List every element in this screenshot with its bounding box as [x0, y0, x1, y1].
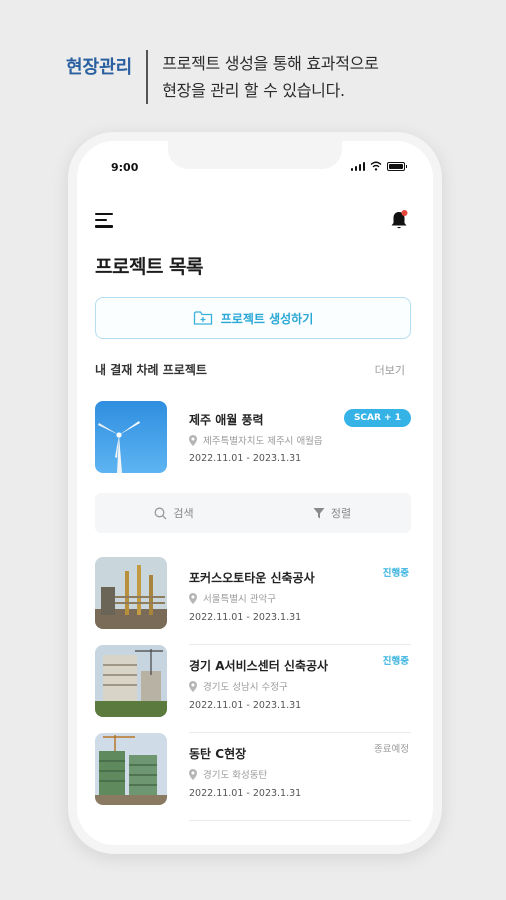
project-location: 경기도 화성동탄 — [189, 767, 267, 781]
project-date: 2022.11.01 - 2023.1.31 — [189, 700, 302, 711]
project-title: 동탄 C현장 — [189, 747, 247, 761]
project-list-item[interactable]: 동탄 C현장 경기도 화성동탄 2022.11.01 - 2023.1.31 종… — [95, 733, 411, 821]
create-project-label: 프로젝트 생성하기 — [220, 311, 314, 326]
section-label: 내 결재 차례 프로젝트 — [95, 363, 207, 377]
promo-description: 프로젝트 생성을 통해 효과적으로 현장을 관리 할 수 있습니다. — [162, 50, 379, 104]
notification-bell-icon[interactable] — [389, 209, 409, 231]
hamburger-menu-icon[interactable] — [95, 213, 113, 229]
create-project-button[interactable]: 프로젝트 생성하기 — [95, 297, 411, 339]
project-date: 2022.11.01 - 2023.1.31 — [189, 612, 302, 623]
project-location-text: 서울특별시 관악구 — [203, 594, 276, 605]
filter-icon — [313, 508, 325, 519]
location-pin-icon — [189, 680, 197, 692]
project-title: 경기 A서비스센터 신축공사 — [189, 659, 329, 673]
location-pin-icon — [189, 592, 197, 604]
status-icons — [350, 161, 407, 171]
featured-location: 제주특별자치도 제주시 애월읍 — [189, 433, 323, 447]
wind-turbine-image — [95, 401, 167, 473]
sort-label: 정렬 — [330, 507, 352, 520]
location-pin-icon — [189, 768, 197, 780]
project-date: 2022.11.01 - 2023.1.31 — [189, 788, 302, 799]
promo-header: 현장관리 프로젝트 생성을 통해 효과적으로 현장을 관리 할 수 있습니다. — [66, 50, 379, 104]
cellular-signal-icon — [350, 161, 365, 171]
project-location: 경기도 성남시 수정구 — [189, 679, 288, 693]
project-location: 서울특별시 관악구 — [189, 591, 276, 605]
status-badge: 진행중 — [382, 568, 409, 579]
project-location-text: 경기도 성남시 수정구 — [203, 682, 288, 693]
search-icon — [154, 507, 167, 519]
search-button[interactable]: 검색 — [95, 493, 253, 533]
status-time: 9:00 — [111, 161, 139, 174]
search-label: 검색 — [173, 507, 194, 520]
phone-notch — [168, 141, 342, 169]
construction-site-image — [95, 733, 167, 805]
promo-divider — [146, 50, 149, 104]
location-pin-icon — [189, 434, 197, 446]
featured-location-text: 제주특별자치도 제주시 애월읍 — [203, 436, 323, 447]
phone-frame: 9:00 프로젝트 목록 프로젝트 생성하기 내 결재 차례 프로젝트 더보기 … — [68, 132, 442, 854]
status-badge: 진행중 — [382, 656, 409, 667]
page-title: 프로젝트 목록 — [95, 256, 204, 278]
more-link[interactable]: 더보기 — [375, 362, 405, 378]
project-list-item[interactable]: 경기 A서비스센터 신축공사 경기도 성남시 수정구 2022.11.01 - … — [95, 645, 411, 733]
promo-title: 현장관리 — [66, 57, 133, 78]
project-location-text: 경기도 화성동탄 — [203, 770, 268, 781]
scar-badge[interactable]: SCAR + 1 — [343, 409, 411, 427]
wifi-icon — [370, 161, 382, 171]
sort-button[interactable]: 정렬 — [253, 493, 411, 533]
featured-project-card[interactable]: 제주 애월 풍력 제주특별자치도 제주시 애월읍 2022.11.01 - 20… — [95, 401, 411, 477]
app-screen: 9:00 프로젝트 목록 프로젝트 생성하기 내 결재 차례 프로젝트 더보기 … — [77, 141, 433, 845]
status-badge: 종료예정 — [374, 744, 409, 755]
filter-toolbar: 검색 정렬 — [95, 493, 411, 533]
construction-site-image — [95, 645, 167, 717]
featured-date: 2022.11.01 - 2023.1.31 — [189, 453, 302, 464]
list-divider — [189, 820, 411, 821]
promo-line-1: 프로젝트 생성을 통해 효과적으로 — [162, 54, 379, 73]
folder-add-icon — [193, 311, 212, 325]
battery-icon — [387, 162, 407, 171]
construction-site-image — [95, 557, 167, 629]
featured-title: 제주 애월 풍력 — [189, 413, 264, 427]
project-title: 포커스오토타운 신축공사 — [189, 571, 315, 585]
promo-line-2: 현장을 관리 할 수 있습니다. — [162, 81, 345, 100]
project-list-item[interactable]: 포커스오토타운 신축공사 서울특별시 관악구 2022.11.01 - 2023… — [95, 557, 411, 645]
